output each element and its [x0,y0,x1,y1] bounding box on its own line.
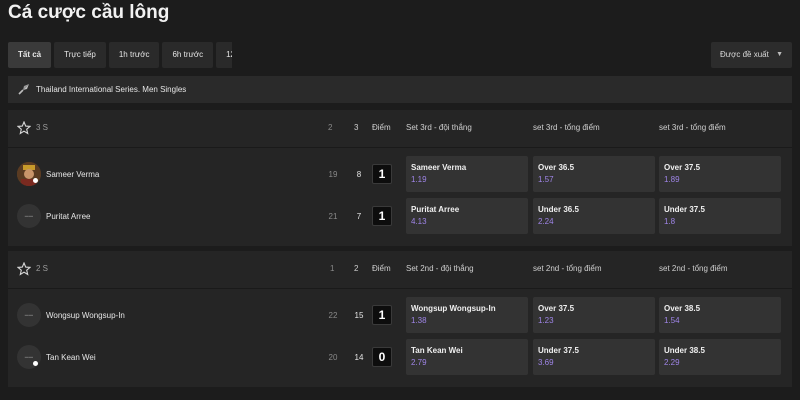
col-header-points: Điểm [372,264,391,273]
tab-12h[interactable]: 12h trước [216,42,232,68]
market-header: set 3rd - tổng điểm [533,123,600,132]
market-header: set 2nd - tổng điểm [659,264,728,273]
tab-live[interactable]: Trực tiếp [54,42,106,68]
market-header: set 3rd - tổng điểm [659,123,726,132]
col-header-points: Điểm [372,123,391,132]
live-dot-icon [33,178,38,183]
odds-label: Under 37.5 [664,205,705,214]
col-header-set: 1 [330,264,335,273]
odds-value: 2.24 [538,217,554,226]
odds-value: 1.57 [538,175,554,184]
shuttlecock-icon [18,84,29,95]
player-row: Sameer Verma 19 8 1 Sameer Verma 1.19 Ov… [8,152,792,194]
odds-label: Over 38.5 [664,304,701,313]
match-header: 3 S 2 3 Điểm Set 3rd - đội thắng set 3rd… [8,110,792,148]
points-box: 1 [372,305,392,325]
set-label: 2 S [36,264,49,273]
set-label: 3 S [36,123,49,132]
odds-button[interactable]: Over 38.5 1.54 [659,297,781,333]
odds-label: Tan Kean Wei [411,346,463,355]
avatar: ▬▬ [17,204,41,228]
odds-button[interactable]: Under 38.5 2.29 [659,339,781,375]
odds-button[interactable]: Under 36.5 2.24 [533,198,655,234]
col-header-set: 2 [354,264,359,273]
odds-label: Under 37.5 [538,346,579,355]
player-row: ▬▬ Puritat Arree 21 7 1 Puritat Arree 4.… [8,194,792,236]
set-score: 21 [328,212,338,221]
odds-label: Over 37.5 [538,304,575,313]
odds-label: Wongsup Wongsup-In [411,304,496,313]
odds-button[interactable]: Puritat Arree 4.13 [406,198,528,234]
odds-value: 1.19 [411,175,427,184]
odds-button[interactable]: Under 37.5 3.69 [533,339,655,375]
match-card: 3 S 2 3 Điểm Set 3rd - đội thắng set 3rd… [8,110,792,246]
avatar-placeholder-icon: ▬▬ [24,354,34,359]
market-header: Set 2nd - đội thắng [406,264,474,273]
odds-label: Over 36.5 [538,163,575,172]
tab-6h[interactable]: 6h trước [162,42,214,68]
odds-label: Puritat Arree [411,205,460,214]
avatar [17,162,41,186]
player-name: Sameer Verma [46,170,100,179]
odds-label: Sameer Verma [411,163,467,172]
odds-value: 1.38 [411,316,427,325]
player-photo-icon [17,162,41,186]
odds-button[interactable]: Over 37.5 1.23 [533,297,655,333]
avatar-placeholder-icon: ▬▬ [24,213,34,218]
league-header[interactable]: Thailand International Series. Men Singl… [8,76,792,103]
odds-button[interactable]: Tan Kean Wei 2.79 [406,339,528,375]
player-row: ▬▬ Wongsup Wongsup-In 22 15 1 Wongsup Wo… [8,293,792,335]
odds-value: 3.69 [538,358,554,367]
match-card: 2 S 1 2 Điểm Set 2nd - đội thắng set 2nd… [8,251,792,387]
odds-value: 2.79 [411,358,427,367]
chevron-down-icon: ▼ [776,51,783,58]
odds-label: Under 38.5 [664,346,705,355]
avatar: ▬▬ [17,303,41,327]
set-score: 15 [354,311,364,320]
points-box: 1 [372,164,392,184]
points-box: 0 [372,347,392,367]
time-filter-tabs: Tất cảTrực tiếp1h trước6h trước12h trước [8,42,232,68]
market-header: Set 3rd - đội thắng [406,123,472,132]
col-header-set: 3 [354,123,359,132]
odds-button[interactable]: Sameer Verma 1.19 [406,156,528,192]
odds-value: 2.29 [664,358,680,367]
avatar-placeholder-icon: ▬▬ [24,312,34,317]
league-name: Thailand International Series. Men Singl… [36,85,187,94]
player-row: ▬▬ Tan Kean Wei 20 14 0 Tan Kean Wei 2.7… [8,335,792,377]
player-name: Puritat Arree [46,212,91,221]
odds-button[interactable]: Wongsup Wongsup-In 1.38 [406,297,528,333]
avatar: ▬▬ [17,345,41,369]
market-header: set 2nd - tổng điểm [533,264,602,273]
odds-value: 1.54 [664,316,680,325]
points-box: 1 [372,206,392,226]
tab-1h[interactable]: 1h trước [108,42,160,68]
player-name: Wongsup Wongsup-In [46,311,125,320]
set-score: 20 [328,353,338,362]
odds-value: 1.89 [664,175,680,184]
odds-value: 1.23 [538,316,554,325]
set-score: 7 [356,212,362,221]
page-title: Cá cược cầu lông [8,2,170,23]
odds-button[interactable]: Over 37.5 1.89 [659,156,781,192]
odds-button[interactable]: Under 37.5 1.8 [659,198,781,234]
set-score: 8 [356,170,362,179]
live-dot-icon [33,361,38,366]
odds-value: 1.8 [664,217,676,226]
odds-value: 4.13 [411,217,427,226]
star-icon[interactable] [17,262,31,276]
player-name: Tan Kean Wei [46,353,96,362]
set-score: 22 [328,311,338,320]
odds-label: Over 37.5 [664,163,701,172]
set-score: 19 [328,170,338,179]
odds-button[interactable]: Over 36.5 1.57 [533,156,655,192]
odds-label: Under 36.5 [538,205,579,214]
col-header-set: 2 [328,123,333,132]
tab-all[interactable]: Tất cả [8,42,52,68]
star-icon[interactable] [17,121,31,135]
sort-dropdown[interactable]: Được đề xuất ▼ [711,42,792,68]
set-score: 14 [354,353,364,362]
sort-dropdown-label: Được đề xuất [720,50,769,59]
match-header: 2 S 1 2 Điểm Set 2nd - đội thắng set 2nd… [8,251,792,289]
